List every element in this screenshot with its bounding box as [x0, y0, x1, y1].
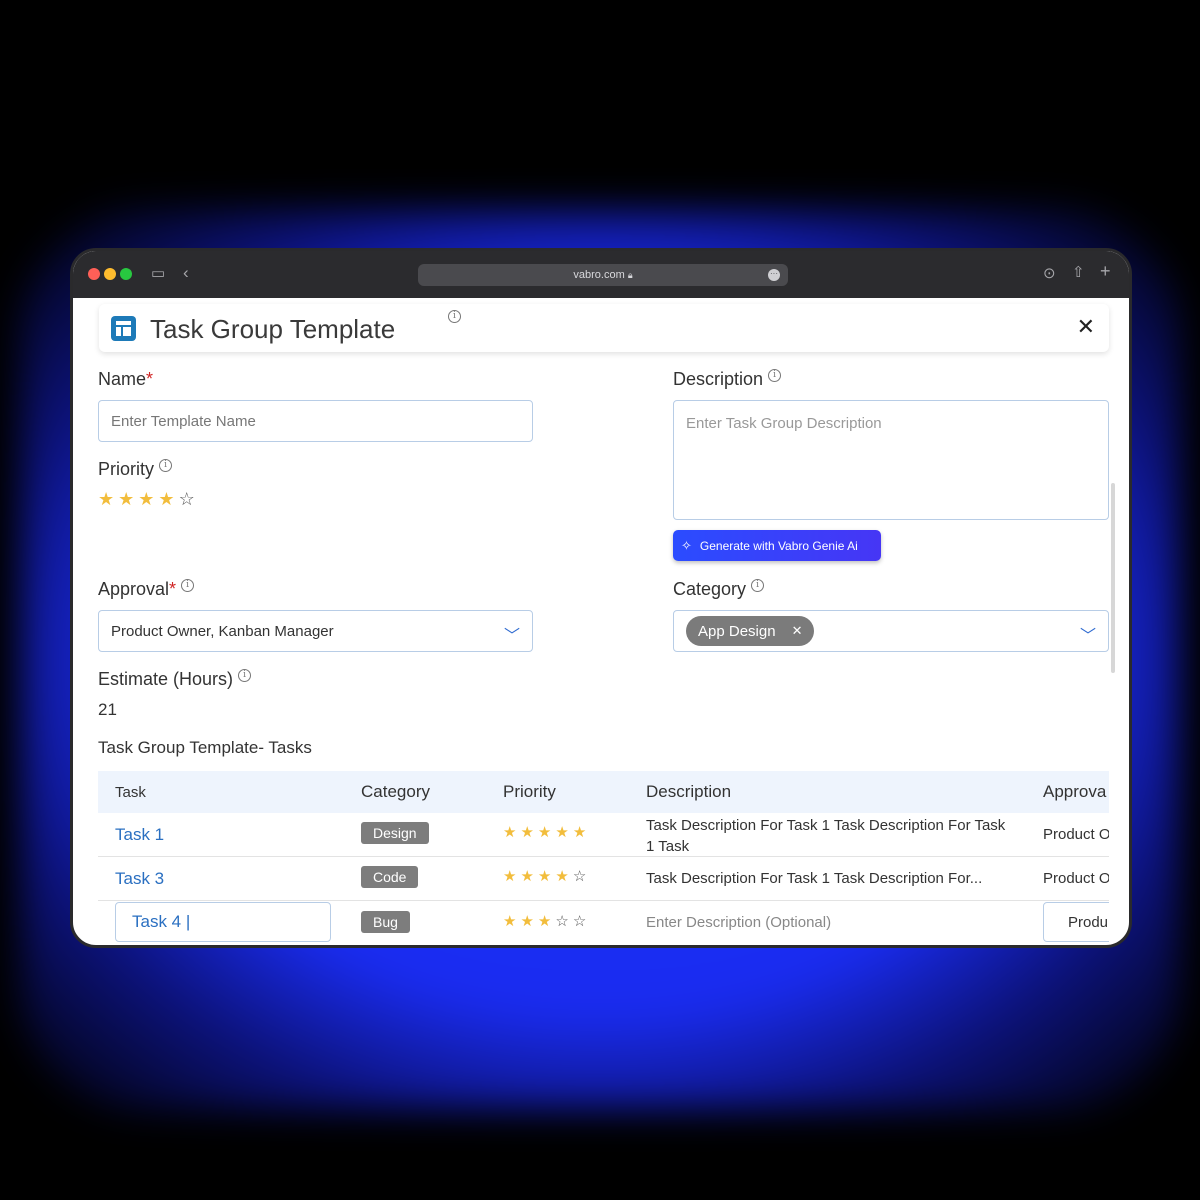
table-header: Task Category Priority Description Appro… — [98, 771, 1109, 813]
template-icon — [111, 316, 136, 341]
description-label: Description i — [673, 369, 782, 390]
tasks-table: Task Category Priority Description Appro… — [98, 771, 1109, 945]
priority-rating[interactable]: ★ ★ ★ ★ ★ — [503, 823, 586, 841]
close-icon[interactable]: ✕ — [1077, 314, 1095, 340]
page-title: Task Group Template — [150, 314, 396, 344]
category-badge[interactable]: Bug — [361, 911, 410, 933]
address-bar[interactable]: vabro.com 🔒︎ ··· — [418, 264, 788, 286]
star-empty-icon[interactable]: ☆ — [555, 912, 568, 930]
star-icon[interactable]: ★ — [520, 867, 533, 885]
info-icon[interactable]: i — [159, 459, 173, 472]
task-approval: Product O — [1043, 870, 1109, 887]
chevron-down-icon[interactable]: ﹀ — [504, 622, 520, 646]
star-icon[interactable]: ★ — [520, 912, 533, 930]
magic-wand-icon: ✧ — [681, 537, 692, 553]
page-content: Task Group Template i ✕ Name* Enter Temp… — [73, 298, 1129, 945]
priority-label: Priority i — [98, 459, 173, 480]
category-select[interactable]: App Design ✕ ﹀ — [673, 610, 1109, 652]
star-icon[interactable]: ★ — [503, 912, 516, 930]
column-header-category: Category — [361, 782, 430, 801]
browser-titlebar: ▭ ‹ vabro.com 🔒︎ ··· ⊙ ⇧ + — [73, 251, 1129, 298]
priority-rating[interactable]: ★ ★ ★ ☆ ☆ — [503, 912, 586, 930]
priority-rating[interactable]: ★ ★ ★ ★ ☆ — [98, 489, 195, 510]
star-empty-icon[interactable]: ☆ — [573, 867, 586, 885]
name-label: Name* — [98, 369, 154, 389]
info-icon[interactable]: i — [768, 369, 782, 382]
category-badge: Code — [361, 866, 419, 888]
task-description: Task Description For Task 1 Task Descrip… — [646, 817, 1006, 855]
task-description: Task Description For Task 1 Task Descrip… — [646, 870, 983, 887]
new-tab-icon[interactable]: + — [1100, 262, 1111, 280]
table-row: Task 3 Code ★ ★ ★ ★ ☆ Task Description F… — [98, 857, 1109, 901]
description-placeholder: Enter Task Group Description — [686, 415, 882, 432]
remove-chip-icon[interactable]: ✕ — [792, 623, 803, 639]
approval-input-value: Produ — [1068, 913, 1109, 931]
star-icon[interactable]: ★ — [555, 867, 568, 885]
star-icon[interactable]: ★ — [538, 823, 551, 841]
star-icon[interactable]: ★ — [538, 912, 551, 930]
more-icon[interactable]: ··· — [768, 269, 780, 281]
scrollbar[interactable] — [1111, 483, 1115, 673]
task-approval: Product O — [1043, 826, 1109, 843]
description-input[interactable]: Enter Description (Optional) — [646, 914, 831, 931]
star-icon[interactable]: ★ — [520, 823, 533, 841]
lock-icon: 🔒︎ — [627, 270, 633, 280]
task-link[interactable]: Task 3 — [115, 869, 164, 889]
back-icon[interactable]: ‹ — [183, 264, 189, 281]
column-header-approval: Approva — [1043, 782, 1107, 801]
maximize-window-button[interactable] — [120, 268, 132, 280]
name-input[interactable]: Enter Template Name — [98, 400, 533, 442]
category-chip-label: App Design — [698, 622, 776, 640]
column-header-priority: Priority — [503, 782, 556, 801]
column-header-task: Task — [115, 784, 146, 801]
table-row-editing: Task 4 | Bug ★ ★ ★ ☆ ☆ Enter Description… — [98, 901, 1109, 945]
info-icon[interactable]: i — [751, 579, 765, 592]
priority-rating[interactable]: ★ ★ ★ ★ ☆ — [503, 867, 586, 885]
url-text: vabro.com — [573, 269, 625, 281]
star-icon[interactable]: ★ — [555, 823, 568, 841]
approval-input[interactable]: Produ — [1043, 902, 1109, 942]
tasks-section-title: Task Group Template- Tasks — [98, 738, 312, 757]
category-label: Category i — [673, 579, 765, 600]
estimate-value: 21 — [98, 700, 117, 719]
description-textarea[interactable]: Enter Task Group Description — [673, 400, 1109, 520]
sidebar-toggle-icon[interactable]: ▭ — [151, 266, 165, 282]
minimize-window-button[interactable] — [104, 268, 116, 280]
task-link[interactable]: Task 1 — [115, 825, 164, 845]
estimate-label: Estimate (Hours) i — [98, 669, 252, 690]
close-window-button[interactable] — [88, 268, 100, 280]
task-name-input[interactable]: Task 4 | — [115, 902, 331, 942]
generate-genie-button[interactable]: ✧ Generate with Vabro Genie Ai — [673, 530, 881, 561]
download-icon[interactable]: ⊙ — [1043, 266, 1056, 282]
info-icon[interactable]: i — [238, 669, 252, 682]
star-icon[interactable]: ★ — [538, 867, 551, 885]
browser-window: ▭ ‹ vabro.com 🔒︎ ··· ⊙ ⇧ + Task Group Te… — [70, 248, 1132, 948]
approval-value: Product Owner, Kanban Manager — [111, 622, 334, 640]
star-icon[interactable]: ★ — [158, 489, 174, 510]
column-header-description: Description — [646, 782, 732, 801]
name-placeholder: Enter Template Name — [111, 412, 256, 430]
genie-button-label: Generate with Vabro Genie Ai — [699, 538, 858, 553]
chevron-down-icon[interactable]: ﹀ — [1080, 622, 1096, 646]
star-empty-icon[interactable]: ☆ — [179, 489, 195, 510]
star-icon[interactable]: ★ — [503, 867, 516, 885]
star-icon[interactable]: ★ — [118, 489, 134, 510]
approval-select[interactable]: Product Owner, Kanban Manager ﹀ — [98, 610, 533, 652]
category-badge: Design — [361, 822, 429, 844]
category-chip: App Design ✕ — [686, 616, 815, 646]
star-icon[interactable]: ★ — [503, 823, 516, 841]
star-empty-icon[interactable]: ☆ — [573, 912, 586, 930]
star-icon[interactable]: ★ — [573, 823, 586, 841]
approval-label: Approval* i — [98, 579, 195, 600]
task-name-value: Task 4 | — [132, 912, 191, 931]
star-icon[interactable]: ★ — [98, 489, 114, 510]
info-icon[interactable]: i — [181, 579, 195, 592]
share-icon[interactable]: ⇧ — [1072, 265, 1085, 281]
dialog-header: Task Group Template i ✕ — [99, 304, 1109, 352]
info-icon[interactable]: i — [448, 310, 461, 323]
table-row: Task 1 Design ★ ★ ★ ★ ★ Task Description… — [98, 813, 1109, 857]
star-icon[interactable]: ★ — [138, 489, 154, 510]
